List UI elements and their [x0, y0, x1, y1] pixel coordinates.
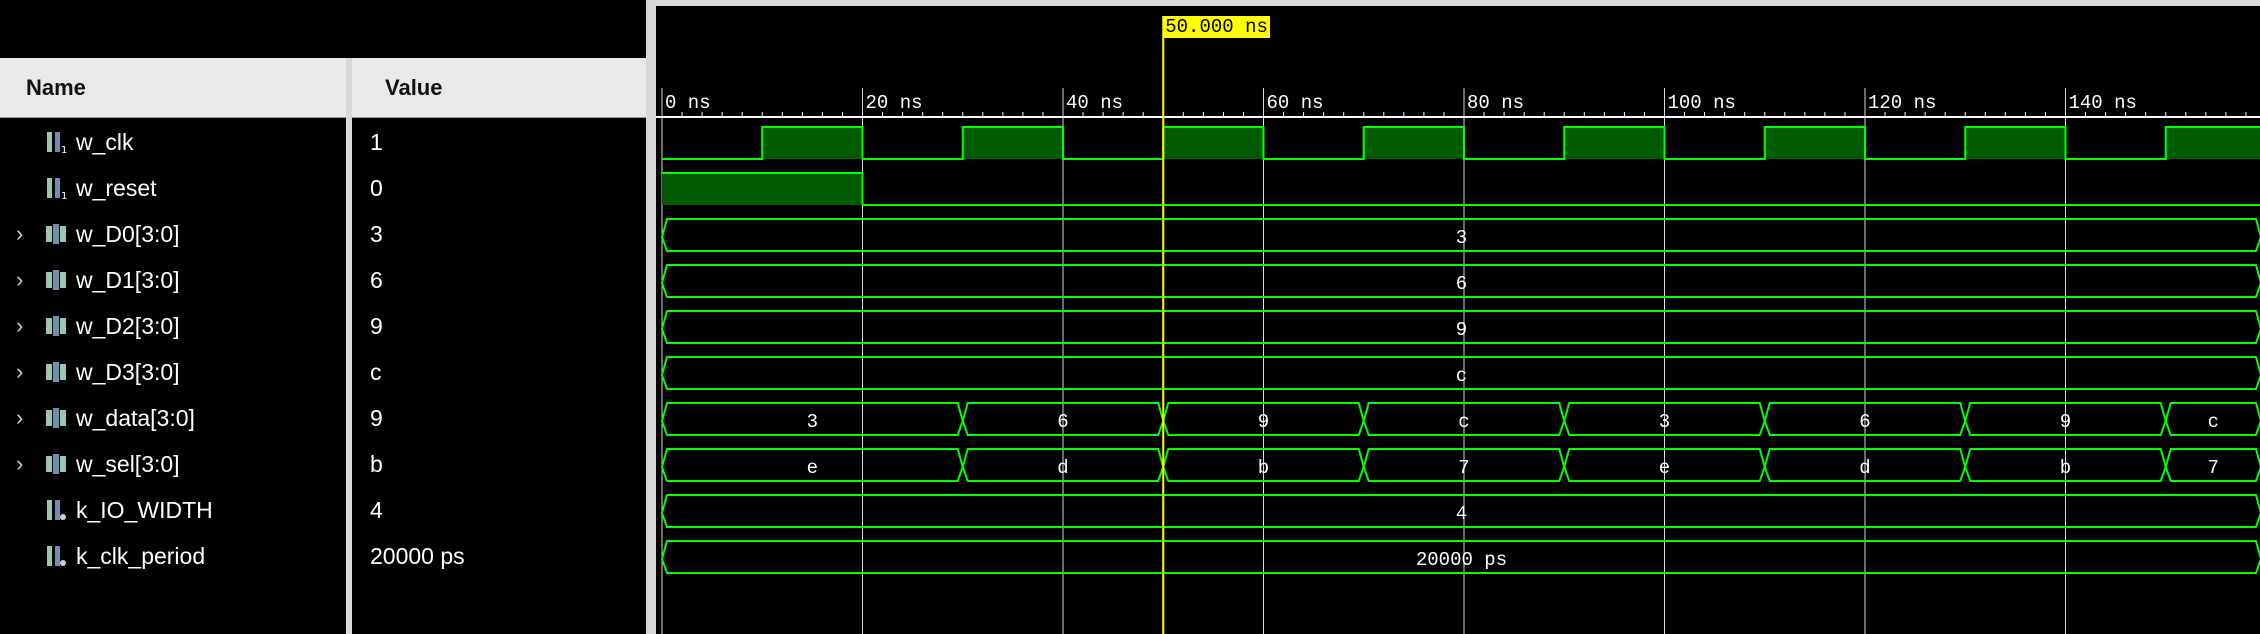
clock-high-fill	[962, 127, 1063, 159]
time-tick-label: 140 ns	[2069, 92, 2137, 114]
signal-value: 9	[370, 313, 383, 339]
clock-high-fill	[1564, 127, 1665, 159]
signal-row[interactable]: 1 w_clk	[0, 119, 346, 165]
signal-value: c	[370, 359, 382, 385]
signal-value: 6	[370, 267, 383, 293]
signal-value: 1	[370, 129, 383, 155]
signal-row[interactable]: k_clk_period	[0, 533, 346, 579]
expand-chevron-icon[interactable]: ›	[16, 395, 23, 441]
bus-value-label: 3	[1659, 411, 1670, 433]
signal-value: 20000 ps	[370, 543, 465, 569]
signal-value: 4	[370, 497, 383, 523]
clock-high-fill	[1764, 127, 1865, 159]
time-tick-label: 20 ns	[866, 92, 923, 114]
bus-value-label: 7	[1458, 457, 1469, 479]
svg-text:1: 1	[61, 145, 67, 155]
signal-row[interactable]: › w_D0[3:0]	[0, 211, 346, 257]
bus-value-label: c	[2208, 411, 2219, 433]
clock-high-fill	[2165, 127, 2260, 159]
signal-name: w_D3[3:0]	[76, 359, 180, 385]
svg-text:1: 1	[61, 191, 67, 201]
bus-value-label: 7	[2208, 457, 2219, 479]
bit-waveform	[662, 172, 2260, 206]
signal-row[interactable]: › w_data[3:0]	[0, 395, 346, 441]
bus-value-label: b	[2060, 457, 2071, 479]
clock-high-fill	[762, 127, 863, 159]
bus-value-label: 6	[1859, 411, 1870, 433]
bus-value-label: 3	[1456, 227, 1467, 249]
bit-high-fill	[662, 173, 863, 205]
waveform-top-border	[656, 0, 2260, 6]
waveform-frame-divider[interactable]	[646, 0, 656, 634]
value-column-header[interactable]: Value	[352, 58, 646, 118]
signal-value: 3	[370, 221, 383, 247]
bus-value-label: 4	[1456, 503, 1467, 525]
signal-name: w_data[3:0]	[76, 405, 195, 431]
time-tick-label: 40 ns	[1066, 92, 1123, 114]
waveform-canvas[interactable]: 0 ns 20 ns 40 ns 60 ns 80 ns 100 ns 120 ns 140 …	[656, 0, 2260, 634]
bus-value-label: 6	[1057, 411, 1068, 433]
bus-value-label: d	[1057, 457, 1068, 479]
clock-high-fill	[1163, 127, 1264, 159]
signal-row[interactable]: › w_D2[3:0]	[0, 303, 346, 349]
time-tick-label: 0 ns	[665, 92, 711, 114]
bus-value-label: 9	[1258, 411, 1269, 433]
signal-row[interactable]: › w_D1[3:0]	[0, 257, 346, 303]
time-tick-label: 60 ns	[1267, 92, 1324, 114]
signal-row[interactable]: › w_sel[3:0]	[0, 441, 346, 487]
bus-value-label: 6	[1456, 273, 1467, 295]
signal-name: w_reset	[76, 175, 157, 201]
bus-value-label: c	[1458, 411, 1469, 433]
signal-name: w_D0[3:0]	[76, 221, 180, 247]
time-tick-label: 120 ns	[1868, 92, 1936, 114]
signal-row[interactable]: 1 w_reset	[0, 165, 346, 211]
clock-high-fill	[1363, 127, 1464, 159]
bus-value-label: 20000 ps	[1416, 549, 1507, 571]
signal-name: w_clk	[76, 129, 134, 155]
signal-name: w_D2[3:0]	[76, 313, 180, 339]
signal-name: w_D1[3:0]	[76, 267, 180, 293]
cursor-time-label[interactable]: 50.000 ns	[1163, 16, 1270, 38]
signal-name: k_IO_WIDTH	[76, 497, 213, 523]
signal-name: w_sel[3:0]	[76, 451, 180, 477]
signal-row[interactable]: › w_D3[3:0]	[0, 349, 346, 395]
expand-chevron-icon[interactable]: ›	[16, 349, 23, 395]
expand-chevron-icon[interactable]: ›	[16, 257, 23, 303]
waveform-svg[interactable]: 0 ns 20 ns 40 ns 60 ns 80 ns 100 ns 120 ns 140 …	[656, 0, 2260, 634]
column-splitter[interactable]	[346, 58, 352, 634]
name-column-header[interactable]: Name	[0, 58, 346, 118]
signal-name: k_clk_period	[76, 543, 206, 569]
bus-value-label: c	[1456, 365, 1467, 387]
signal-value: 9	[370, 405, 383, 431]
clock-high-fill	[1965, 127, 2066, 159]
bus-value-label: 9	[1456, 319, 1467, 341]
expand-chevron-icon[interactable]: ›	[16, 303, 23, 349]
bus-value-label: b	[1258, 457, 1269, 479]
bus-value-label: e	[1659, 457, 1670, 479]
bus-value-label: e	[807, 457, 818, 479]
signal-row[interactable]: k_IO_WIDTH	[0, 487, 346, 533]
time-tick-label: 100 ns	[1668, 92, 1736, 114]
expand-chevron-icon[interactable]: ›	[16, 211, 23, 257]
signal-value: b	[370, 451, 383, 477]
expand-chevron-icon[interactable]: ›	[16, 441, 23, 487]
bus-value-label: 9	[2060, 411, 2071, 433]
time-tick-label: 80 ns	[1467, 92, 1524, 114]
bus-value-label: d	[1859, 457, 1870, 479]
bus-value-label: 3	[807, 411, 818, 433]
signal-value: 0	[370, 175, 383, 201]
